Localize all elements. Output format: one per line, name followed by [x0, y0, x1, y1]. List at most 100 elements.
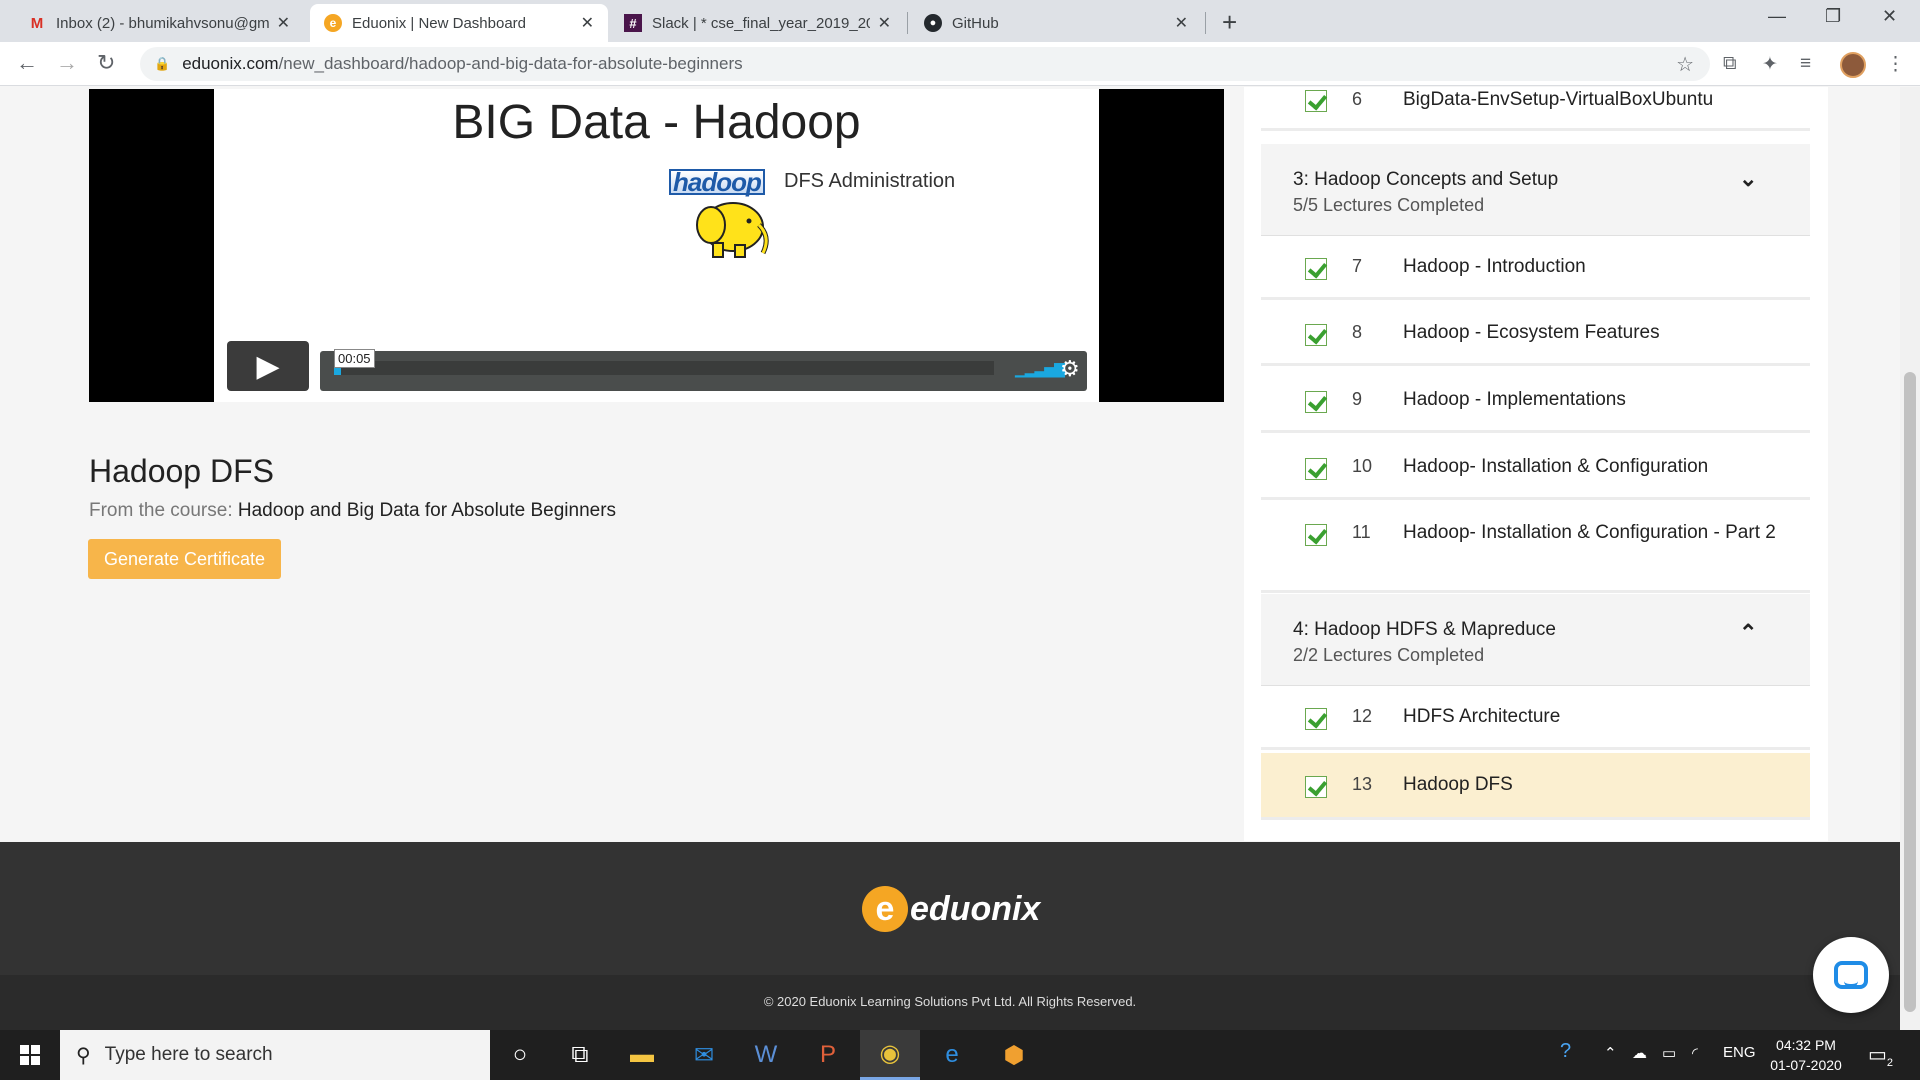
onedrive-icon[interactable]: ☁: [1632, 1044, 1647, 1062]
lecture-number: 10: [1352, 456, 1373, 476]
back-icon[interactable]: ←: [16, 50, 38, 76]
word-icon[interactable]: W: [736, 1030, 796, 1080]
tab-github[interactable]: ● GitHub ✕: [910, 4, 1202, 42]
copyright-text: © 2020 Eduonix Learning Solutions Pvt Lt…: [763, 994, 1137, 1009]
new-tab-button[interactable]: +: [1222, 7, 1237, 38]
window-close-icon[interactable]: ✕: [1882, 6, 1897, 27]
lesson-title: Hadoop DFS: [89, 453, 274, 489]
lecture-number: 13: [1352, 774, 1373, 794]
file-explorer-icon[interactable]: ▬: [612, 1030, 672, 1080]
browser-tab-strip: M Inbox (2) - bhumikahvsonu@gmail.com ✕ …: [0, 0, 1920, 42]
gmail-icon: M: [30, 14, 44, 32]
lecture-item-current[interactable]: 13 Hadoop DFS: [1261, 753, 1810, 820]
browser-toolbar: ← → ↻ 🔒 eduonix.com /new_dashboard/hadoo…: [0, 42, 1920, 86]
check-icon: [1305, 391, 1327, 413]
profile-avatar[interactable]: [1840, 52, 1866, 78]
media-queue-icon[interactable]: ≡: [1800, 53, 1811, 75]
reload-icon[interactable]: ↻: [97, 50, 115, 76]
taskbar-search-input[interactable]: ⚲ Type here to search: [60, 1030, 490, 1080]
curriculum-sidebar: 6 BigData-EnvSetup-VirtualBoxUbuntu 3: H…: [1244, 87, 1828, 841]
volume-icon[interactable]: ▁▂▃▅▇: [1015, 361, 1065, 378]
url-host: eduonix.com: [182, 54, 279, 73]
tab-eduonix[interactable]: e Eduonix | New Dashboard ✕: [310, 4, 608, 42]
tab-title: Slack | * cse_final_year_2019_20 |: [652, 14, 870, 32]
wifi-icon[interactable]: ◜: [1692, 1044, 1698, 1062]
mail-icon[interactable]: ✉: [674, 1030, 734, 1080]
lecture-item[interactable]: 9 Hadoop - Implementations: [1261, 370, 1810, 433]
scrollbar-thumb[interactable]: [1904, 372, 1916, 1012]
cortana-icon[interactable]: ○: [490, 1030, 550, 1080]
chevron-up-icon[interactable]: ⌃: [1739, 620, 1757, 646]
section-title: 4: Hadoop HDFS & Mapreduce: [1293, 619, 1556, 640]
section-header[interactable]: 3: Hadoop Concepts and Setup 5/5 Lecture…: [1261, 144, 1810, 236]
course-name[interactable]: Hadoop and Big Data for Absolute Beginne…: [238, 500, 616, 521]
lecture-item[interactable]: 12 HDFS Architecture: [1261, 687, 1810, 750]
close-icon[interactable]: ✕: [878, 13, 891, 33]
lecture-item[interactable]: 6 BigData-EnvSetup-VirtualBoxUbuntu: [1261, 87, 1810, 131]
battery-icon[interactable]: ▭: [1662, 1044, 1676, 1062]
eduonix-logo-icon: e: [862, 886, 908, 932]
lecture-name: Hadoop- Installation & Configuration - P…: [1403, 522, 1776, 543]
lecture-item[interactable]: 11 Hadoop- Installation & Configuration …: [1261, 503, 1810, 593]
github-icon: ●: [924, 14, 942, 32]
edge-icon[interactable]: e: [922, 1030, 982, 1080]
tab-separator: [907, 12, 908, 34]
lecture-name: BigData-EnvSetup-VirtualBoxUbuntu: [1403, 89, 1714, 110]
windows-taskbar: ⚲ Type here to search ○ ⧉ ▬ ✉ W P ◉ e ⬢ …: [0, 1030, 1920, 1080]
extensions-puzzle-icon[interactable]: ✦: [1762, 53, 1778, 76]
chrome-icon[interactable]: ◉: [860, 1030, 920, 1080]
bookmark-star-icon[interactable]: ☆: [1676, 52, 1694, 77]
lecture-item[interactable]: 7 Hadoop - Introduction: [1261, 237, 1810, 300]
tray-expand-icon[interactable]: ⌃: [1604, 1044, 1617, 1062]
lecture-name: Hadoop- Installation & Configuration: [1403, 456, 1709, 477]
generate-certificate-button[interactable]: Generate Certificate: [88, 539, 281, 579]
check-icon: [1305, 708, 1327, 730]
lecture-item[interactable]: 10 Hadoop- Installation & Configuration: [1261, 437, 1810, 500]
close-icon[interactable]: ✕: [277, 13, 290, 33]
notification-center-icon[interactable]: ▭2: [1868, 1042, 1893, 1069]
play-icon: ▶: [256, 349, 280, 383]
clock-date: 01-07-2020: [1770, 1057, 1842, 1073]
vpn-shield-icon[interactable]: ⬢: [984, 1030, 1044, 1080]
tab-slack[interactable]: # Slack | * cse_final_year_2019_20 | ✕: [610, 4, 905, 42]
lecture-item[interactable]: 8 Hadoop - Ecosystem Features: [1261, 303, 1810, 366]
lecture-name: HDFS Architecture: [1403, 706, 1561, 727]
seek-bar[interactable]: 00:05: [334, 349, 994, 375]
slide-title: BIG Data - Hadoop: [452, 96, 861, 149]
taskbar-clock[interactable]: 04:32 PM 01-07-2020: [1756, 1035, 1856, 1075]
chevron-down-icon[interactable]: ⌄: [1739, 166, 1757, 192]
play-button[interactable]: ▶: [227, 341, 309, 391]
powerpoint-icon[interactable]: P: [798, 1030, 858, 1080]
section-progress: 5/5 Lectures Completed: [1293, 195, 1485, 215]
language-indicator[interactable]: ENG: [1723, 1044, 1756, 1061]
task-view-icon[interactable]: ⧉: [550, 1030, 610, 1080]
maximize-icon[interactable]: ❐: [1825, 6, 1841, 27]
forward-icon[interactable]: →: [56, 50, 78, 76]
lecture-name: Hadoop - Ecosystem Features: [1403, 322, 1660, 343]
eduonix-icon: e: [324, 14, 342, 32]
course-line: From the course: Hadoop and Big Data for…: [89, 500, 616, 522]
eduonix-logo[interactable]: e eduonix: [862, 886, 1040, 932]
settings-gear-icon[interactable]: ⚙: [1060, 356, 1080, 382]
help-icon[interactable]: ?: [1560, 1040, 1571, 1063]
address-bar[interactable]: 🔒 eduonix.com /new_dashboard/hadoop-and-…: [140, 47, 1710, 81]
page-scrollbar[interactable]: [1900, 87, 1920, 1030]
chat-widget-button[interactable]: [1813, 937, 1889, 1013]
check-icon: [1305, 524, 1327, 546]
tab-gmail[interactable]: M Inbox (2) - bhumikahvsonu@gmail.com ✕: [14, 4, 304, 42]
search-placeholder: Type here to search: [104, 1044, 273, 1065]
windows-start-icon[interactable]: [20, 1045, 40, 1065]
check-icon: [1305, 90, 1327, 112]
notification-count: 2: [1886, 1057, 1894, 1069]
menu-kebab-icon[interactable]: ⋮: [1886, 53, 1905, 76]
extension-copy-icon[interactable]: ⧉: [1723, 53, 1737, 75]
lecture-number: 9: [1352, 389, 1363, 409]
video-player[interactable]: BIG Data - Hadoop hadoop DFS Administrat…: [89, 89, 1224, 402]
lecture-name: Hadoop - Introduction: [1403, 256, 1586, 277]
close-icon[interactable]: ✕: [581, 13, 594, 33]
minimize-icon[interactable]: —: [1768, 6, 1786, 27]
close-icon[interactable]: ✕: [1175, 13, 1188, 33]
section-header[interactable]: 4: Hadoop HDFS & Mapreduce 2/2 Lectures …: [1261, 594, 1810, 686]
lecture-number: 11: [1352, 522, 1371, 542]
check-icon: [1305, 258, 1327, 280]
